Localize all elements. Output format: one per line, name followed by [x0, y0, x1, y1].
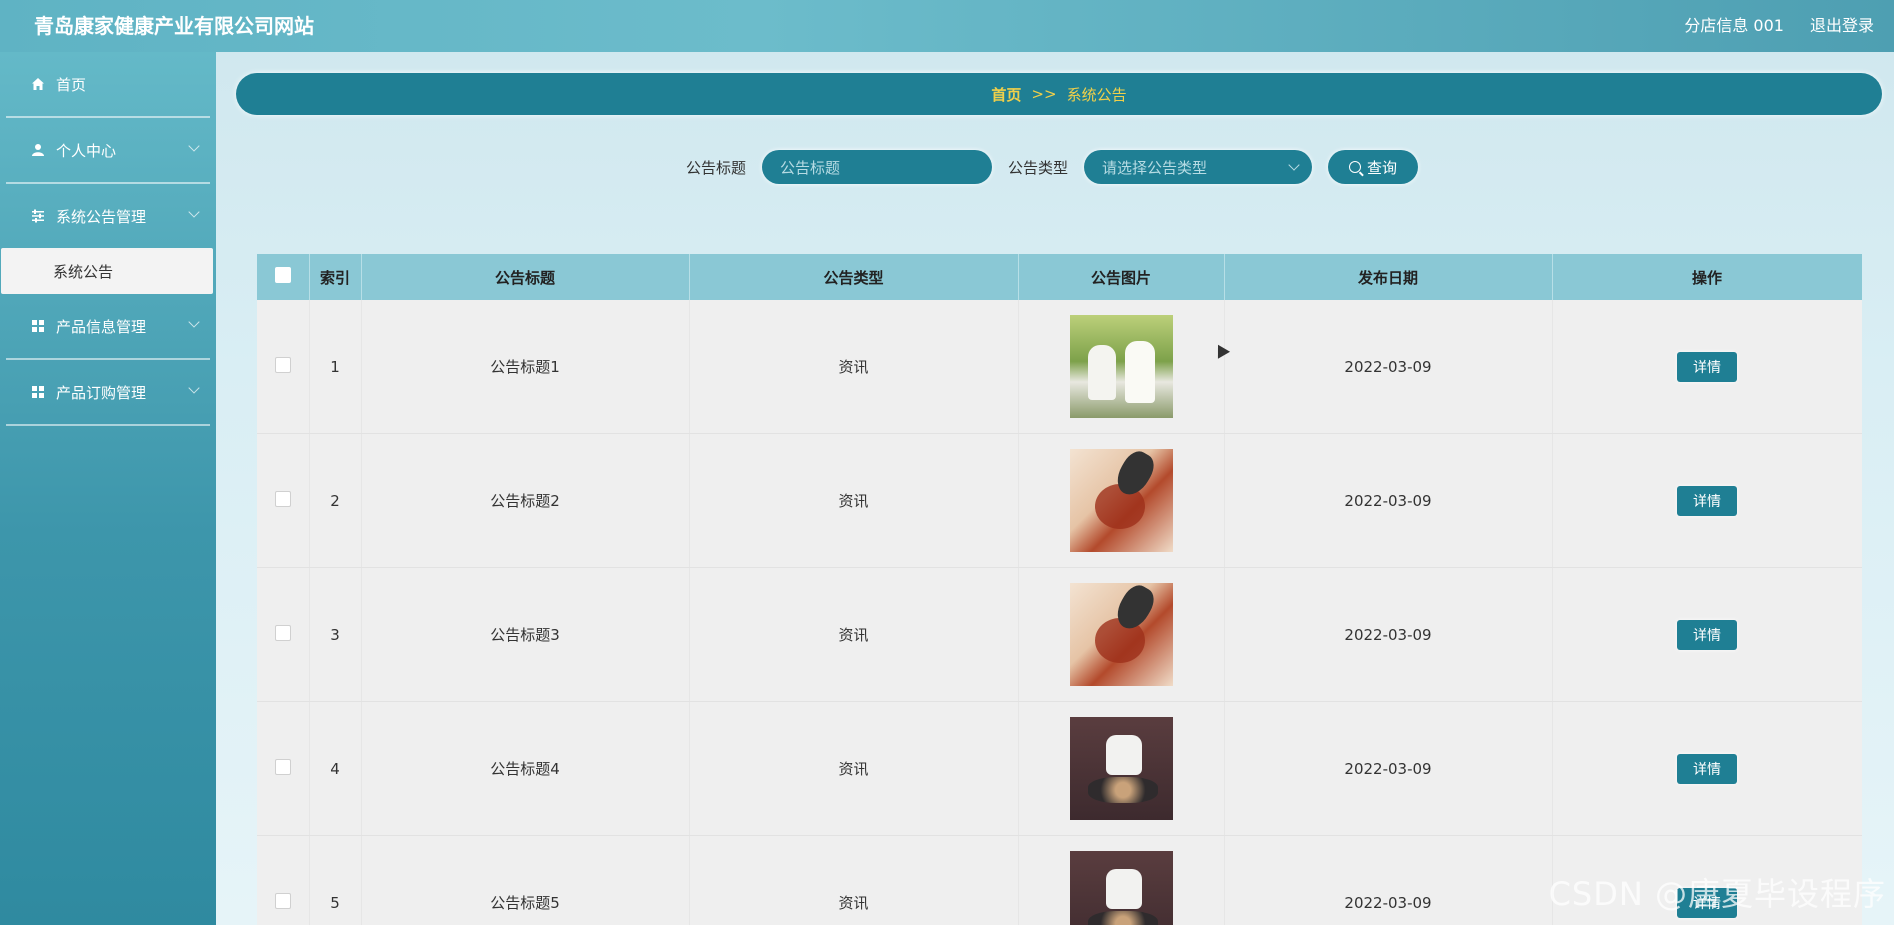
- row-type: 资讯: [689, 835, 1019, 925]
- chevron-down-icon: [1288, 159, 1300, 171]
- sidebar-item-label: 产品信息管理: [56, 317, 147, 336]
- site-title: 青岛康家健康产业有限公司网站: [34, 14, 314, 38]
- notice-image: [1069, 315, 1173, 418]
- detail-button[interactable]: 详情: [1677, 753, 1737, 784]
- watermark: CSDN @唐夏毕设程序: [1548, 875, 1886, 913]
- detail-button[interactable]: 详情: [1677, 619, 1737, 650]
- grid-icon: [30, 318, 46, 334]
- query-button[interactable]: 查询: [1328, 150, 1419, 184]
- row-title: 公告标题3: [361, 567, 690, 702]
- column-header: 公告标题: [361, 254, 690, 300]
- chevron-down-icon: [188, 382, 200, 394]
- query-button-label: 查询: [1367, 158, 1398, 177]
- sidebar-item-product-order[interactable]: 产品订购管理: [6, 360, 210, 426]
- row-index: 5: [309, 835, 362, 925]
- user-icon: [30, 142, 46, 158]
- chevron-down-icon: [188, 140, 200, 152]
- row-title: 公告标题5: [361, 835, 690, 925]
- chevron-down-icon: [188, 206, 200, 218]
- row-type: 资讯: [689, 433, 1019, 568]
- breadcrumb: 首页 >> 系统公告: [236, 73, 1882, 115]
- user-info-link[interactable]: 分店信息 001: [1684, 12, 1784, 36]
- table-header-row: 索引 公告标题 公告类型 公告图片 发布日期 操作: [257, 254, 1862, 300]
- column-header: 索引: [309, 254, 362, 300]
- sidebar-item-product-info[interactable]: 产品信息管理: [6, 294, 210, 360]
- row-title: 公告标题2: [361, 433, 690, 568]
- sidebar-item-label: 系统公告管理: [56, 207, 147, 226]
- type-select-placeholder: 请选择公告类型: [1102, 158, 1208, 177]
- notice-table: 索引 公告标题 公告类型 公告图片 发布日期 操作 1 公告标题1 资讯 202…: [257, 254, 1862, 925]
- row-type: 资讯: [689, 701, 1019, 836]
- sidebar-item-notice-manage[interactable]: 系统公告管理: [6, 184, 210, 248]
- type-select[interactable]: 请选择公告类型: [1084, 150, 1313, 184]
- top-bar: 青岛康家健康产业有限公司网站 分店信息 001 退出登录: [0, 0, 1894, 52]
- type-filter-label: 公告类型: [1008, 158, 1069, 177]
- row-checkbox[interactable]: [274, 624, 291, 641]
- column-header: 公告图片: [1018, 254, 1225, 300]
- row-checkbox[interactable]: [274, 356, 291, 373]
- row-title: 公告标题1: [361, 300, 690, 434]
- row-index: 1: [309, 300, 362, 434]
- sidebar-subitem-notice[interactable]: 系统公告: [1, 248, 213, 294]
- notice-image: [1069, 717, 1173, 820]
- row-index: 4: [309, 701, 362, 836]
- search-bar: 公告标题 公告标题 公告类型 请选择公告类型 查询: [686, 150, 1419, 184]
- row-index: 3: [309, 567, 362, 702]
- sidebar: 首页 个人中心 系统公告管理 系统公告 产品信息管理 产品订购管理: [0, 52, 216, 925]
- row-title: 公告标题4: [361, 701, 690, 836]
- select-all-checkbox[interactable]: [274, 267, 291, 283]
- notice-image: [1069, 449, 1173, 552]
- detail-button[interactable]: 详情: [1677, 485, 1737, 516]
- top-right-links: 分店信息 001 退出登录: [1684, 12, 1874, 36]
- row-date: 2022-03-09: [1224, 701, 1553, 836]
- breadcrumb-current: 系统公告: [1066, 85, 1127, 104]
- breadcrumb-separator: >>: [1031, 85, 1057, 103]
- row-checkbox[interactable]: [274, 758, 291, 775]
- sidebar-item-home[interactable]: 首页: [6, 52, 210, 118]
- sidebar-item-personal[interactable]: 个人中心: [6, 118, 210, 184]
- sliders-icon: [30, 208, 46, 224]
- notice-image: [1069, 851, 1173, 925]
- row-date: 2022-03-09: [1224, 300, 1553, 434]
- grid-icon: [30, 384, 46, 400]
- sidebar-item-label: 产品订购管理: [56, 383, 147, 402]
- select-all-cell: [257, 254, 310, 300]
- logout-link[interactable]: 退出登录: [1810, 12, 1874, 36]
- row-type: 资讯: [689, 300, 1019, 434]
- column-header: 操作: [1552, 254, 1862, 300]
- row-date: 2022-03-09: [1224, 567, 1553, 702]
- detail-button[interactable]: 详情: [1677, 351, 1737, 382]
- table-row: 3 公告标题3 资讯 2022-03-09 详情: [257, 567, 1862, 702]
- row-checkbox[interactable]: [274, 892, 291, 909]
- title-search-input[interactable]: 公告标题: [762, 150, 993, 184]
- row-index: 2: [309, 433, 362, 568]
- notice-image: [1069, 583, 1173, 686]
- column-header: 发布日期: [1224, 254, 1553, 300]
- table-row: 2 公告标题2 资讯 2022-03-09 详情: [257, 433, 1862, 568]
- sidebar-item-label: 个人中心: [56, 141, 117, 160]
- search-icon: [1349, 161, 1362, 173]
- chevron-down-icon: [188, 316, 200, 328]
- row-date: 2022-03-09: [1224, 433, 1553, 568]
- home-icon: [30, 76, 46, 92]
- breadcrumb-home[interactable]: 首页: [991, 84, 1021, 105]
- row-date: 2022-03-09: [1224, 835, 1553, 925]
- sidebar-item-label: 首页: [56, 75, 87, 94]
- row-checkbox[interactable]: [274, 490, 291, 507]
- table-row: 1 公告标题1 资讯 2022-03-09 详情: [257, 300, 1862, 434]
- table-row: 4 公告标题4 资讯 2022-03-09 详情: [257, 701, 1862, 836]
- row-type: 资讯: [689, 567, 1019, 702]
- column-header: 公告类型: [689, 254, 1019, 300]
- title-filter-label: 公告标题: [686, 158, 747, 177]
